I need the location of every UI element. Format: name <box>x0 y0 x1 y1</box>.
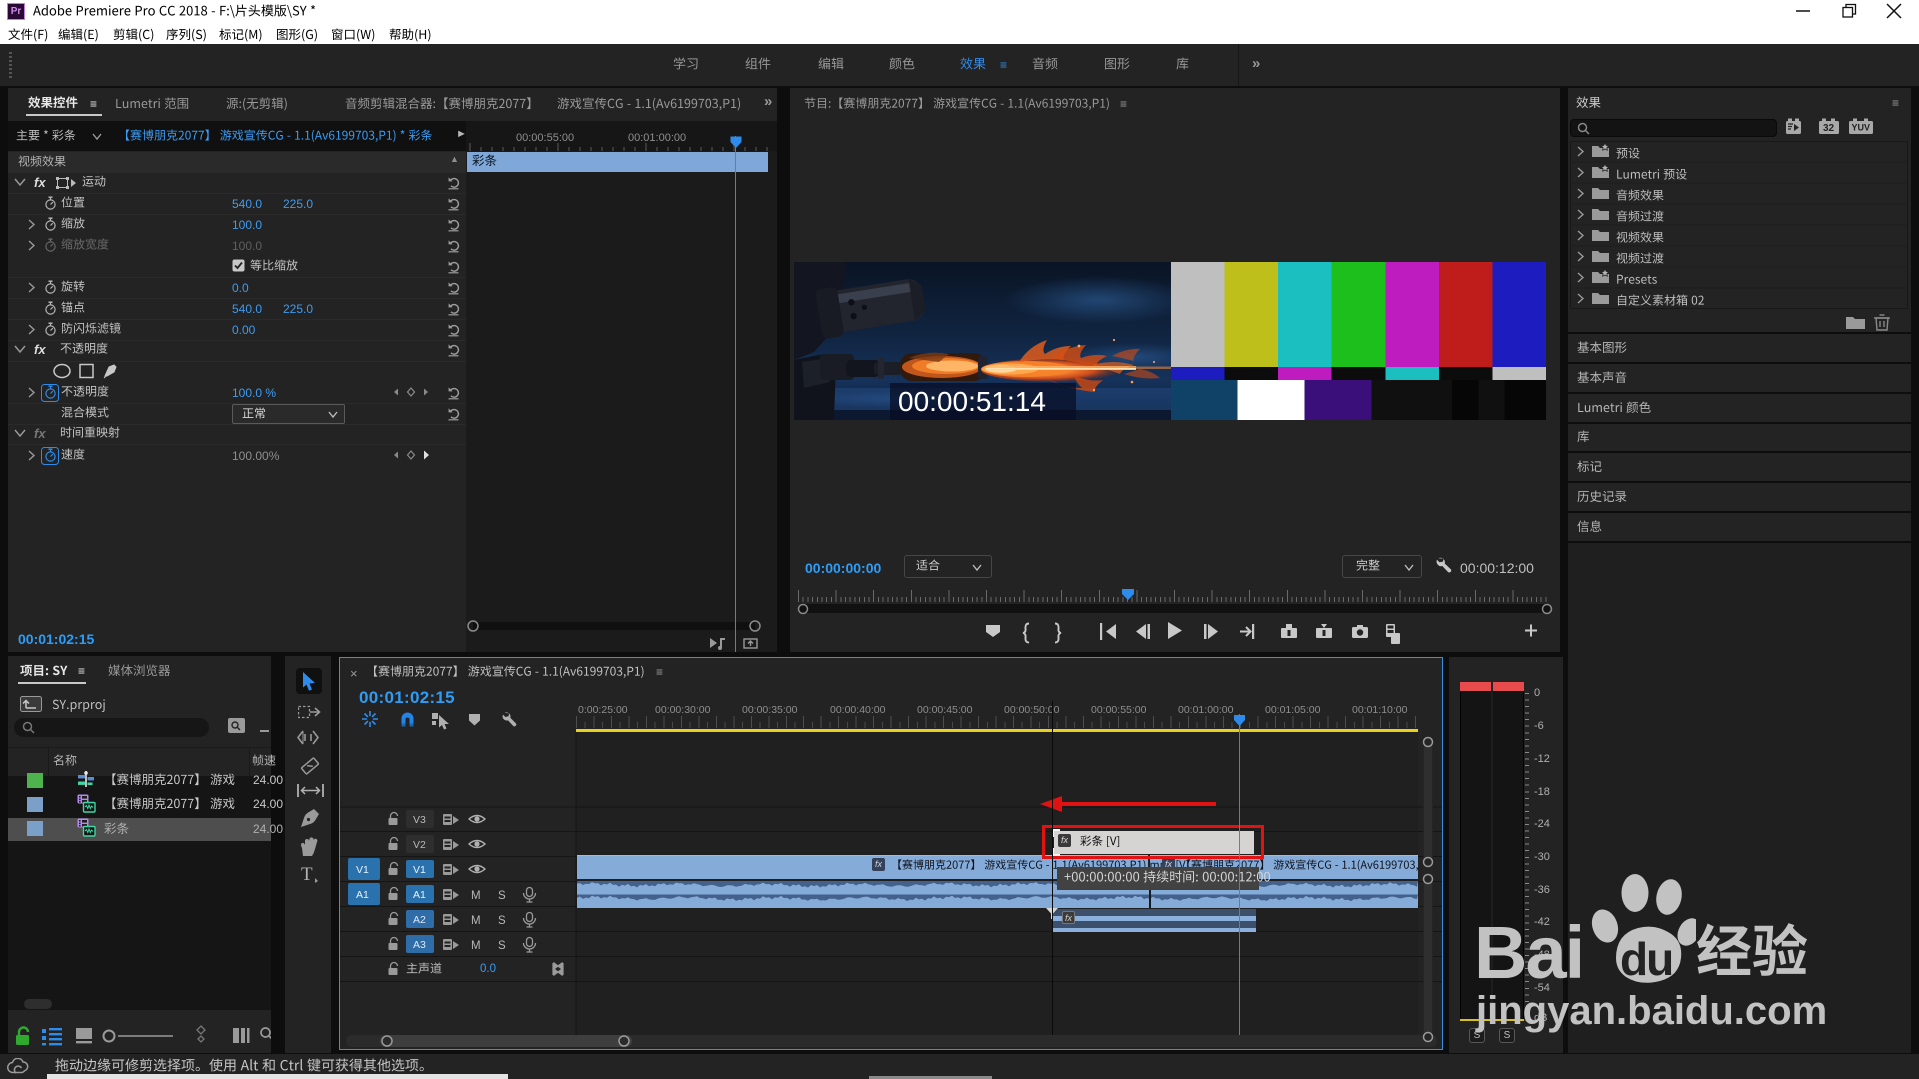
svg-text:A1: A1 <box>413 889 426 901</box>
svg-text:S: S <box>498 940 506 952</box>
svg-text:S: S <box>498 915 506 927</box>
svg-text:A2: A2 <box>413 914 426 926</box>
svg-text:M: M <box>471 940 481 952</box>
svg-text:M: M <box>471 915 481 927</box>
svg-text:A3: A3 <box>413 939 426 951</box>
svg-text:YUV: YUV <box>1852 123 1871 133</box>
svg-text:32: 32 <box>1823 123 1835 134</box>
svg-text:V1: V1 <box>356 864 369 876</box>
svg-text:du: du <box>1620 933 1672 985</box>
svg-text:S: S <box>498 890 506 902</box>
svg-text:A1: A1 <box>356 889 369 901</box>
svg-text:V2: V2 <box>413 839 426 851</box>
svg-text:M: M <box>471 890 481 902</box>
svg-text:V3: V3 <box>413 814 426 826</box>
svg-text:T: T <box>301 864 313 884</box>
svg-text:V1: V1 <box>413 864 426 876</box>
